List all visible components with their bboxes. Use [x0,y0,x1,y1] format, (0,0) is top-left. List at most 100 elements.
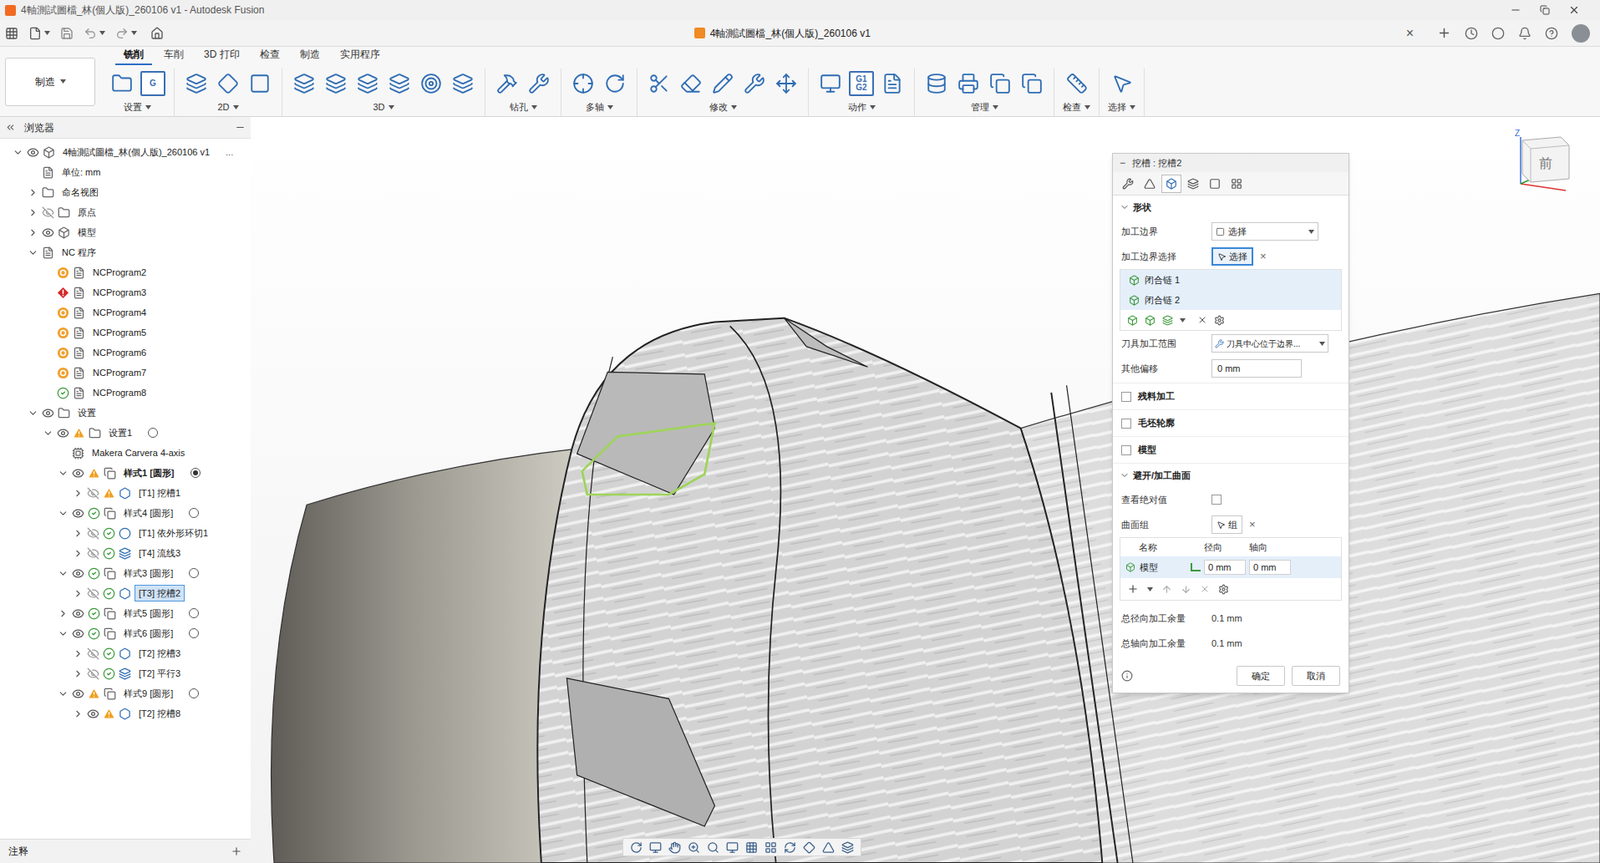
tree-item[interactable]: 样式3 [圆形] [0,563,251,584]
delete-button[interactable] [677,70,705,97]
minimize-panel-icon[interactable] [234,121,246,133]
ribbon-group-label[interactable]: 修改 [709,100,737,115]
close-window-icon[interactable] [1568,4,1580,16]
visibility-icon[interactable] [71,627,85,640]
setup-button[interactable] [108,70,136,97]
visibility-icon[interactable] [56,426,70,440]
effects-icon[interactable] [802,841,816,854]
tree-item[interactable]: NC 程序 [0,242,251,263]
tree-item[interactable]: 样式1 [圆形] [0,462,251,483]
collapse-icon[interactable] [27,187,39,199]
visibility-icon[interactable] [86,707,100,721]
tree-item[interactable]: [T4] 流线3 [0,543,251,564]
tree-item[interactable]: [T2] 平行3 [0,663,251,684]
tree-item[interactable]: NCProgram6 [0,342,251,363]
visibility-icon[interactable] [71,507,85,520]
job-status-icon[interactable] [1464,26,1479,41]
tree-item[interactable]: 样式4 [圆形] [0,502,251,524]
collapse-icon[interactable] [72,668,84,680]
add-comment-icon[interactable] [230,845,243,858]
visibility-icon[interactable] [71,687,85,701]
move-down-icon[interactable] [1180,584,1192,595]
ribbon-tab[interactable]: 铣削 [115,46,153,66]
apps-grid-icon[interactable] [5,26,19,41]
boundary-select-button[interactable]: 选择 [1211,247,1254,266]
ribbon-group-label[interactable]: 多轴 [585,100,614,115]
show-absolute-checkbox[interactable] [1211,494,1222,505]
clear-surface-button[interactable]: × [1249,516,1256,534]
option-row[interactable]: 毛坯轮廓 [1112,410,1349,437]
ribbon-group-label[interactable]: 设置 [123,100,152,115]
boundary-mode-select[interactable]: 选择 [1211,222,1319,241]
tree-item[interactable]: Makera Carvera 4-axis [0,442,251,463]
file-icon[interactable] [28,26,42,41]
visibility-icon[interactable] [71,567,85,580]
collapse-icon[interactable] [72,648,84,660]
hidden-icon[interactable] [41,206,55,219]
option-row[interactable]: 模型 [1112,436,1349,464]
tree-item[interactable]: [T1] 挖槽1 [0,482,251,503]
dialog-tab[interactable] [1226,174,1247,194]
collapse-dialog-button[interactable]: − [1119,155,1126,171]
dialog-tab[interactable] [1183,174,1204,194]
visibility-icon[interactable] [71,607,85,620]
tree-item[interactable]: NCProgram7 [0,362,251,383]
help-icon[interactable] [1544,26,1559,41]
ribbon-tab[interactable]: 3D 打印 [195,46,249,66]
hidden-icon[interactable] [86,647,100,661]
tree-item[interactable]: NCProgram8 [0,382,251,403]
save-icon[interactable] [60,26,74,41]
pocket2d-button[interactable] [214,70,242,97]
collapse-icon[interactable] [27,227,39,239]
tree-item[interactable]: NCProgram5 [0,322,251,343]
option-checkbox[interactable] [1121,445,1132,456]
refresh-icon[interactable] [783,841,797,854]
select-button[interactable] [1108,70,1136,97]
zoom-icon[interactable] [687,841,701,854]
option-checkbox[interactable] [1121,418,1132,429]
notifications-icon[interactable] [1518,26,1532,41]
tree-item[interactable]: 样式9 [圆形] [0,683,251,704]
nc-program-button[interactable]: G [140,71,166,97]
tree-item[interactable]: 样式6 [圆形] [0,623,251,644]
tree-item[interactable]: [T3] 挖槽2 [0,583,251,604]
machine-button[interactable] [954,70,982,97]
dialog-tab[interactable] [1117,174,1138,194]
add-face-icon[interactable] [1144,314,1156,326]
visibility-icon[interactable] [41,406,55,420]
activate-radio[interactable] [188,628,199,639]
new-tab-icon[interactable] [1437,25,1452,41]
edit-button[interactable] [709,70,737,97]
tree-item[interactable]: NCProgram3 [0,282,251,303]
pocket-button[interactable] [322,70,350,97]
ribbon-group-label[interactable]: 3D [372,100,394,115]
avoid-section[interactable]: 避开/加工曲面 [1112,463,1349,488]
tool-adjust-button[interactable] [741,70,768,97]
workspace-switcher[interactable]: 制造 [5,57,96,107]
tree-item[interactable]: 模型 [0,222,251,243]
chain-item[interactable]: 闭合链 1 [1120,269,1341,290]
move-up-icon[interactable] [1161,584,1173,595]
undo-icon[interactable] [83,26,97,41]
bore-button[interactable] [525,70,553,97]
restore-icon[interactable] [1539,5,1550,16]
ribbon-tab[interactable]: 车削 [155,46,193,66]
copy-button[interactable] [1018,70,1046,97]
activate-radio[interactable] [147,427,158,438]
activate-radio[interactable] [188,568,199,579]
expand-icon[interactable] [27,407,39,419]
activate-radio[interactable] [188,688,199,699]
section-icon[interactable] [841,841,854,854]
visibility-icon[interactable] [41,226,55,239]
shape-section[interactable]: 形状 [1112,195,1349,219]
collapse-icon[interactable] [27,207,39,219]
chain-item[interactable]: 闭合链 2 [1120,289,1341,310]
ribbon-group-label[interactable]: 动作 [848,100,876,115]
adaptive-button[interactable] [290,70,318,97]
tree-item[interactable]: NCProgram4 [0,302,251,323]
option-checkbox[interactable] [1121,391,1132,402]
surface-group-button[interactable]: 组 [1211,515,1243,534]
hidden-icon[interactable] [86,547,100,560]
move-button[interactable] [772,70,800,97]
sheet-button[interactable] [878,70,906,97]
